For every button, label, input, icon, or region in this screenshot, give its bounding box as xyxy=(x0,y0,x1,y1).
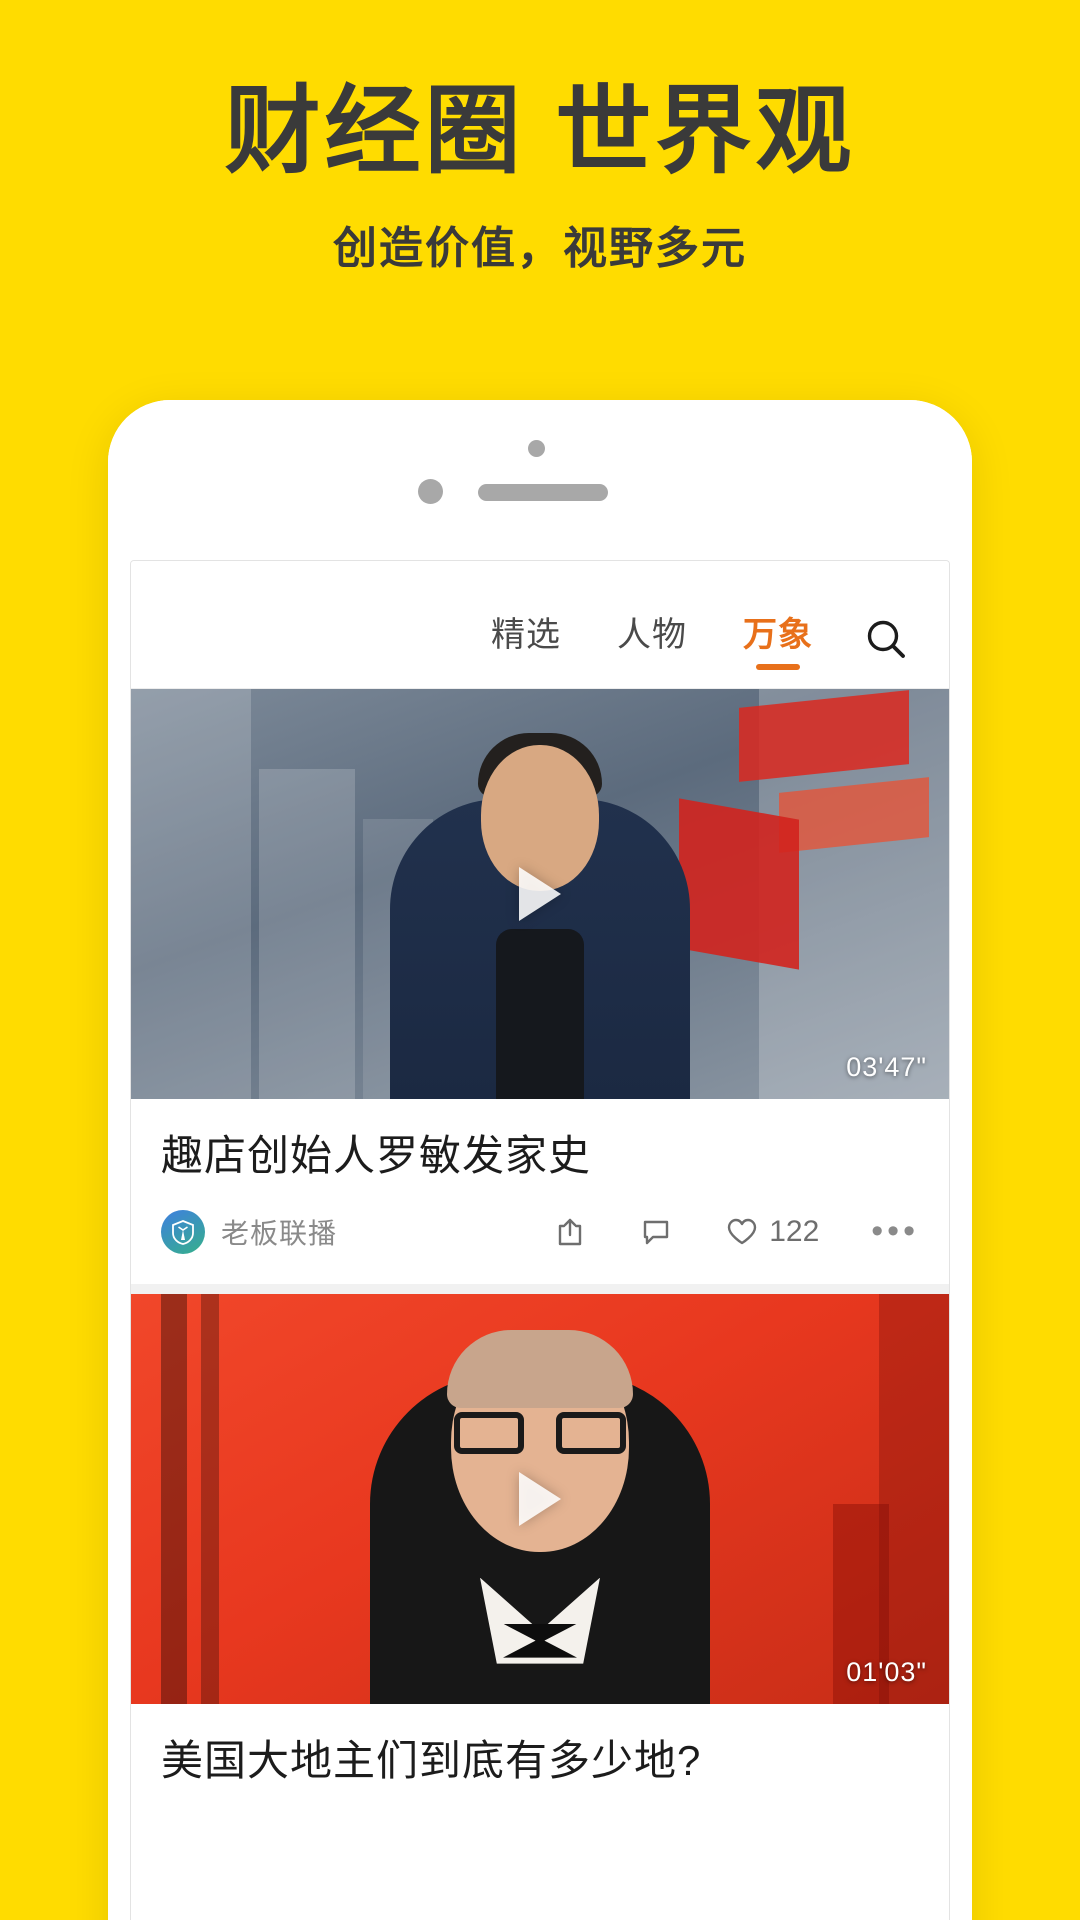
tab-renwu[interactable]: 人物 xyxy=(617,607,687,674)
video-actions: 122 ••• xyxy=(553,1214,919,1249)
proximity-sensor-icon xyxy=(418,479,443,504)
channel-name[interactable]: 老板联播 xyxy=(221,1212,337,1252)
page-subtitle: 创造价值，视野多元 xyxy=(333,223,747,273)
tab-jingxuan[interactable]: 精选 xyxy=(491,607,561,674)
app-screen: 精选 人物 万象 03'47" 趣店创始人罗敏发家史 老板联播 122 ••• … xyxy=(130,560,950,1920)
heart-icon xyxy=(728,1218,757,1244)
video-card[interactable]: 01'03" 美国大地主们到底有多少地? xyxy=(131,1293,949,1789)
front-camera-icon xyxy=(528,440,545,457)
video-title[interactable]: 趣店创始人罗敏发家史 xyxy=(131,1099,949,1184)
tab-wanxiang[interactable]: 万象 xyxy=(743,607,813,674)
play-icon[interactable] xyxy=(519,1471,561,1526)
earpiece-speaker xyxy=(478,484,608,501)
video-duration: 03'47" xyxy=(846,1052,927,1082)
video-feed: 03'47" 趣店创始人罗敏发家史 老板联播 122 ••• 01'03" 美国… xyxy=(131,689,949,1789)
phone-mockup: 精选 人物 万象 03'47" 趣店创始人罗敏发家史 老板联播 122 ••• … xyxy=(108,400,972,1920)
share-icon[interactable] xyxy=(553,1215,587,1249)
video-thumbnail[interactable]: 01'03" xyxy=(131,1293,949,1704)
comment-icon[interactable] xyxy=(639,1215,673,1249)
bowtie-avatar-icon[interactable] xyxy=(161,1209,205,1254)
like-button[interactable]: 122 xyxy=(725,1215,819,1249)
phone-top-bezel xyxy=(108,400,972,560)
video-title[interactable]: 美国大地主们到底有多少地? xyxy=(131,1704,949,1789)
video-thumbnail[interactable]: 03'47" xyxy=(131,689,949,1099)
more-icon[interactable]: ••• xyxy=(871,1214,919,1247)
glasses-icon xyxy=(454,1411,626,1454)
app-navbar: 精选 人物 万象 xyxy=(131,561,949,689)
search-icon[interactable] xyxy=(859,612,915,668)
tab-bar: 精选 人物 万象 xyxy=(491,607,813,674)
video-card[interactable]: 03'47" 趣店创始人罗敏发家史 老板联播 122 ••• xyxy=(131,689,949,1284)
page-title: 财经圈 世界观 xyxy=(224,78,856,185)
play-icon[interactable] xyxy=(519,867,561,921)
hero-banner: 财经圈 世界观 创造价值，视野多元 xyxy=(0,0,1080,276)
video-duration: 01'03" xyxy=(846,1656,927,1687)
video-meta-row: 老板联播 122 ••• xyxy=(131,1184,949,1284)
like-count: 122 xyxy=(769,1214,820,1248)
